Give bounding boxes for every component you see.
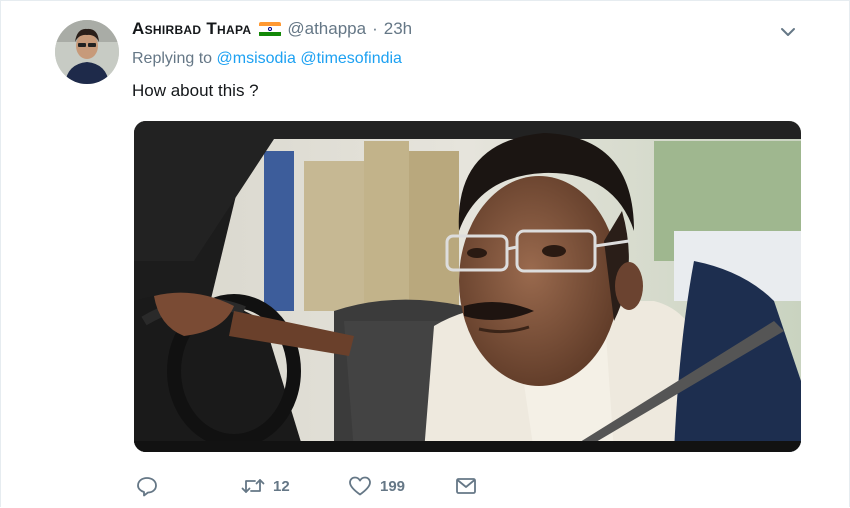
chevron-down-icon[interactable] bbox=[777, 21, 799, 43]
tweet-photo[interactable] bbox=[134, 121, 801, 452]
like-count: 199 bbox=[380, 477, 406, 495]
direct-message-button[interactable] bbox=[454, 473, 478, 499]
retweet-button[interactable]: 12 bbox=[241, 473, 290, 499]
india-flag-icon bbox=[259, 21, 282, 37]
tweet-header: Ashirbad Thapa @athappa · 23h bbox=[132, 17, 412, 41]
tweet-text: How about this ? bbox=[132, 81, 259, 100]
avatar[interactable] bbox=[55, 20, 119, 84]
reply-button[interactable] bbox=[136, 473, 158, 499]
replying-prefix: Replying to bbox=[132, 50, 213, 67]
avatar-image bbox=[55, 20, 119, 84]
separator-dot: · bbox=[372, 19, 378, 38]
replying-to: Replying to @msisodia @timesofindia bbox=[132, 50, 402, 68]
reply-icon bbox=[137, 477, 157, 497]
photo-image bbox=[134, 121, 801, 452]
display-name[interactable]: Ashirbad Thapa bbox=[132, 19, 251, 39]
username[interactable]: @athappa bbox=[287, 19, 366, 39]
timestamp[interactable]: 23h bbox=[384, 19, 412, 39]
tweet-actions: 12 199 bbox=[136, 473, 496, 499]
tweet-card: Ashirbad Thapa @athappa · 23h Replying t… bbox=[0, 0, 850, 507]
envelope-icon bbox=[456, 478, 476, 494]
retweet-icon bbox=[241, 479, 265, 493]
like-button[interactable]: 199 bbox=[348, 473, 405, 499]
heart-icon bbox=[349, 476, 371, 496]
mention-link-msisodia[interactable]: @msisodia bbox=[217, 50, 296, 67]
mention-link-timesofindia[interactable]: @timesofindia bbox=[300, 50, 402, 67]
retweet-count: 12 bbox=[273, 477, 290, 495]
